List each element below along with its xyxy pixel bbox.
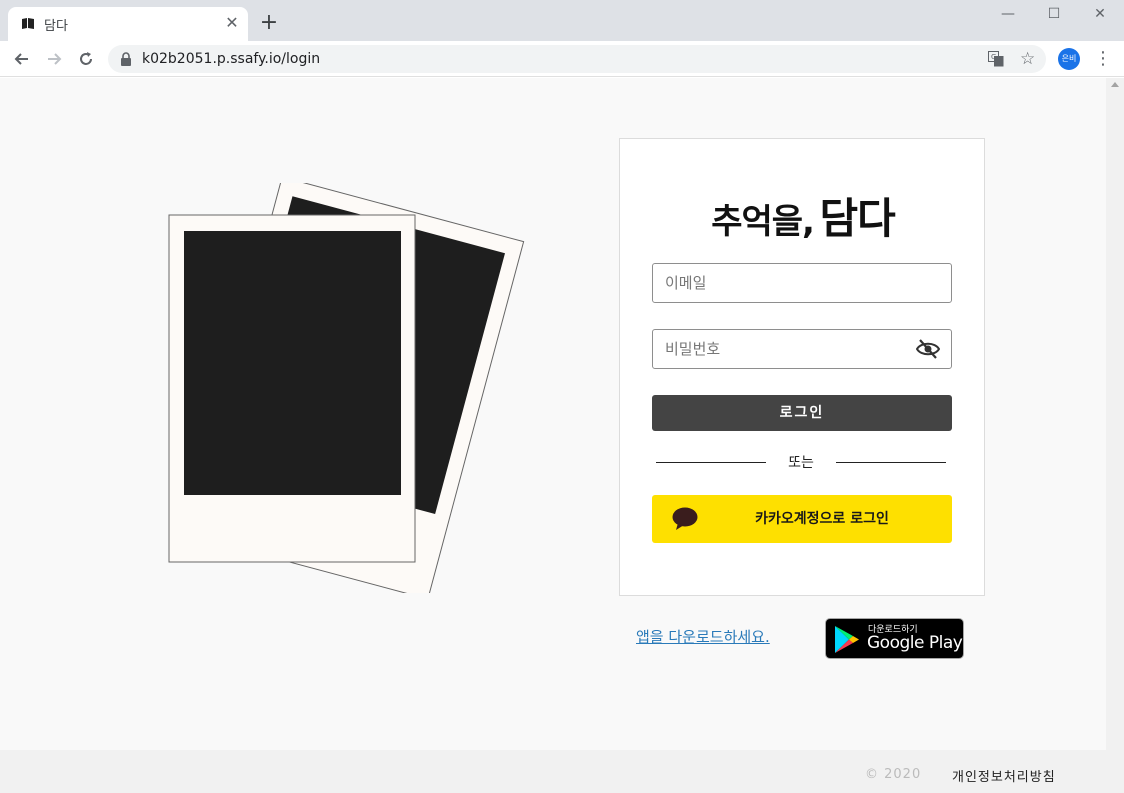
divider-line-right [836, 462, 946, 463]
reload-icon[interactable] [76, 49, 96, 69]
google-play-big-text: Google Play [867, 633, 963, 653]
window-maximize-button[interactable]: ☐ [1031, 0, 1077, 28]
browser-toolbar: k02b2051.p.ssafy.io/login G ☆ 은비 ⋮ [0, 41, 1124, 77]
page-title: 추억을, 담다 [620, 185, 986, 246]
window-close-button[interactable]: ✕ [1077, 0, 1123, 28]
footer: © 2020 개인정보처리방침 [0, 750, 1106, 793]
email-field[interactable] [652, 263, 952, 303]
window-minimize-button[interactable]: — [985, 0, 1031, 28]
login-button[interactable]: 로그인 [652, 395, 952, 431]
tab-strip: 담다 ✕ + — ☐ ✕ [0, 0, 1124, 41]
new-tab-button[interactable]: + [258, 12, 280, 34]
kakao-login-button[interactable]: 카카오계정으로 로그인 [652, 495, 952, 543]
book-icon [22, 18, 34, 29]
more-menu-icon[interactable]: ⋮ [1094, 49, 1112, 69]
address-bar[interactable]: k02b2051.p.ssafy.io/login G ☆ [108, 45, 1046, 73]
translate-icon[interactable]: G [988, 51, 1004, 67]
bookmark-star-icon[interactable]: ☆ [1020, 49, 1035, 69]
page-viewport: 추억을, 담다 로그인 또는 카카오계정으로 로그인 [0, 78, 1106, 793]
lock-icon [121, 52, 131, 66]
polaroid-illustration [168, 183, 525, 593]
active-tab[interactable]: 담다 ✕ [8, 7, 248, 41]
google-play-icon [835, 626, 859, 653]
app-download-link[interactable]: 앱을 다운로드하세요. [636, 626, 770, 647]
title-part-1: 추억을, [711, 202, 815, 242]
password-input[interactable] [653, 330, 893, 368]
back-arrow-icon[interactable] [12, 49, 32, 69]
email-input[interactable] [653, 264, 893, 302]
login-card: 추억을, 담다 로그인 또는 카카오계정으로 로그인 [619, 138, 985, 596]
svg-text:G: G [991, 53, 996, 61]
vertical-scrollbar[interactable] [1106, 78, 1124, 793]
tab-title: 담다 [44, 19, 68, 34]
scroll-up-arrow-icon[interactable] [1111, 82, 1119, 87]
tab-close-button[interactable]: ✕ [224, 15, 240, 31]
forward-arrow-icon[interactable] [44, 49, 64, 69]
title-part-2: 담다 [819, 194, 896, 243]
url-text: k02b2051.p.ssafy.io/login [142, 51, 321, 67]
kakao-login-label: 카카오계정으로 로그인 [755, 511, 889, 527]
front-polaroid [168, 214, 416, 563]
password-field[interactable] [652, 329, 952, 369]
profile-avatar[interactable]: 은비 [1058, 48, 1080, 70]
or-divider: 또는 [656, 451, 946, 471]
eye-off-icon[interactable] [916, 339, 940, 359]
copyright-text: © 2020 [865, 767, 922, 782]
google-play-badge[interactable]: 다운로드하기 Google Play [825, 618, 964, 659]
privacy-policy-link[interactable]: 개인정보처리방침 [952, 766, 1056, 785]
